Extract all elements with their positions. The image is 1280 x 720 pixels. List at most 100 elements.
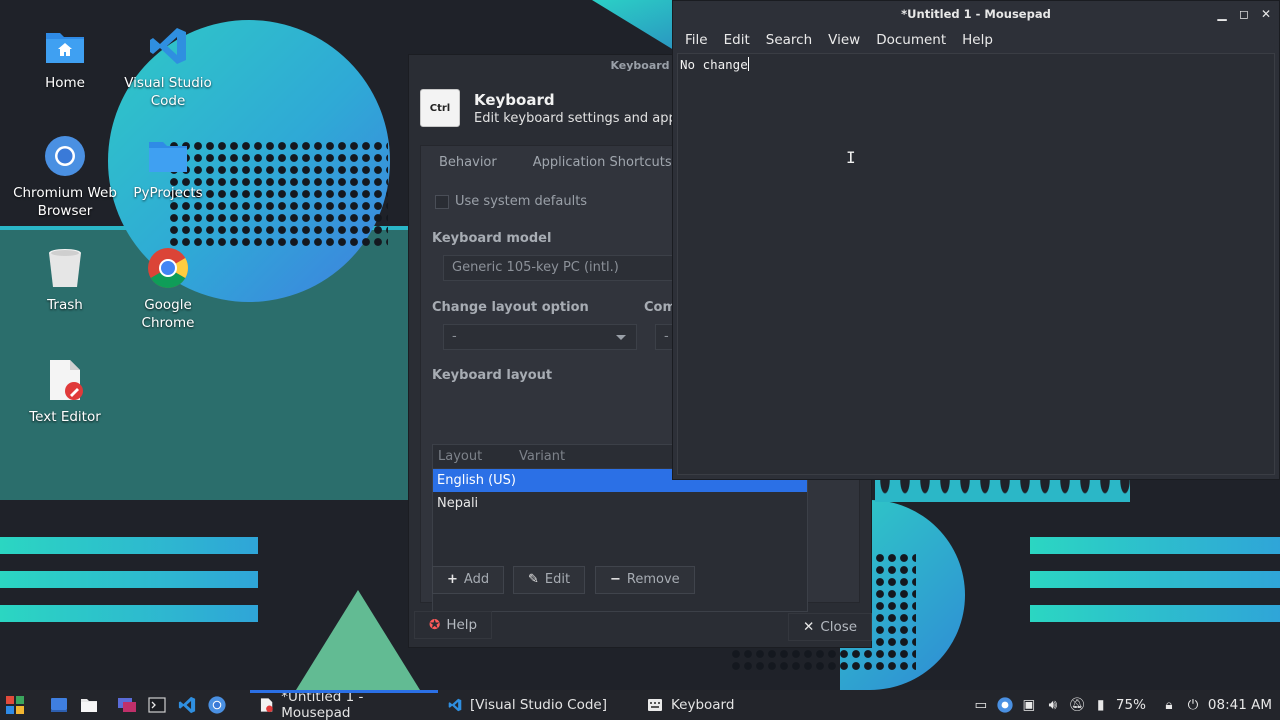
terminal-icon <box>148 697 166 713</box>
close-icon: ✕ <box>803 619 815 635</box>
start-menu-button[interactable] <box>0 690 30 720</box>
home-folder-icon <box>43 24 87 68</box>
desktop-icon-pyprojects[interactable]: PyProjects <box>116 134 220 202</box>
desktop-icon-label: PyProjects <box>133 185 203 201</box>
add-layout-button[interactable]: + Add <box>432 566 505 594</box>
folder-icon <box>146 134 190 178</box>
task-keyboard[interactable]: Keyboard <box>637 690 744 720</box>
edit-layout-button[interactable]: ✎ Edit <box>513 566 586 594</box>
desktop-icon-chromium[interactable]: Chromium Web Browser <box>13 134 117 220</box>
remove-layout-button[interactable]: − Remove <box>595 566 695 594</box>
desktop-icon-vscode[interactable]: Visual Studio Code <box>116 24 220 110</box>
task-label: *Untitled 1 - Mousepad <box>281 689 364 720</box>
show-desktop-button[interactable] <box>44 690 74 720</box>
ctrl-key-icon: Ctrl <box>420 89 460 127</box>
task-vscode[interactable]: [Visual Studio Code] <box>438 690 617 720</box>
edit-label: Edit <box>544 572 571 587</box>
keyboard-layout-label: Keyboard layout <box>432 368 553 383</box>
chromium-launcher[interactable] <box>202 690 232 720</box>
vscode-icon <box>178 696 196 714</box>
list-item[interactable]: Nepali <box>433 492 807 515</box>
power-icon[interactable]: ⏻ <box>1184 696 1202 714</box>
keyboard-tabs: Behavior Application Shortcuts <box>421 146 690 180</box>
wallpaper-wave <box>875 480 1130 502</box>
minimize-icon[interactable]: ▁ <box>1215 1 1229 27</box>
clock[interactable]: 08:41 AM <box>1208 697 1272 713</box>
column-layout[interactable]: Layout <box>433 445 519 468</box>
desktop-icon-text-editor[interactable]: Text Editor <box>13 358 117 426</box>
lock-icon[interactable]: 🔒︎ <box>1160 696 1178 714</box>
editor-text: No change <box>680 57 748 72</box>
change-layout-select[interactable]: - <box>443 324 637 350</box>
tab-behavior[interactable]: Behavior <box>421 146 515 180</box>
folder-icon <box>81 699 97 712</box>
camera-icon[interactable]: ▣ <box>1020 696 1038 714</box>
tab-application-shortcuts[interactable]: Application Shortcuts <box>515 146 690 180</box>
keyboard-icon <box>647 699 662 711</box>
keyboard-model-select[interactable]: Generic 105-key PC (intl.) <box>443 255 683 281</box>
app-menu-icon <box>6 696 24 714</box>
task-label: Keyboard <box>670 697 735 713</box>
monitor-icon <box>118 698 136 712</box>
vscode-launcher[interactable] <box>172 690 202 720</box>
help-label: Help <box>446 617 478 633</box>
mousepad-menubar: File Edit Search View Document Help <box>673 27 1279 53</box>
desktop-icon-label: Text Editor <box>29 409 101 425</box>
menu-help[interactable]: Help <box>954 27 1001 53</box>
desktop-icon <box>51 698 67 712</box>
change-layout-value: - <box>452 329 457 344</box>
use-system-defaults-checkbox[interactable] <box>435 194 449 209</box>
wallpaper-stripe <box>1030 605 1280 622</box>
plus-icon: + <box>447 572 458 587</box>
desktop-icon-label: Home <box>45 75 85 91</box>
mousepad-icon <box>260 698 273 713</box>
terminal-launcher[interactable] <box>142 690 172 720</box>
help-button[interactable]: ✪ Help <box>414 611 493 639</box>
menu-view[interactable]: View <box>820 27 868 53</box>
desktop-icon-chrome[interactable]: Google Chrome <box>116 246 220 332</box>
help-icon: ✪ <box>429 617 441 633</box>
volume-icon[interactable]: 🔊︎ <box>1044 696 1062 714</box>
menu-file[interactable]: File <box>677 27 716 53</box>
close-button[interactable]: ✕ Close <box>788 613 873 641</box>
close-window-icon[interactable]: ✕ <box>1259 1 1273 27</box>
taskbar: *Untitled 1 - Mousepad [Visual Studio Co… <box>0 689 1280 720</box>
chromium-tray-icon[interactable] <box>996 696 1014 714</box>
desktop-icon-label: Visual Studio Code <box>124 75 212 109</box>
ibeam-cursor-icon: I <box>846 148 856 167</box>
battery-percent: 75% <box>1115 697 1146 713</box>
chromium-icon <box>208 696 226 714</box>
task-mousepad[interactable]: *Untitled 1 - Mousepad <box>250 689 438 720</box>
desktop: Home Visual Studio Code Chromium Web Bro… <box>0 0 1280 690</box>
menu-document[interactable]: Document <box>868 27 954 53</box>
vscode-icon <box>146 24 190 68</box>
desktop-icon-label: Chromium Web Browser <box>13 185 117 219</box>
wallpaper-stripe <box>0 605 258 622</box>
wallpaper-triangle <box>296 590 420 690</box>
mousepad-titlebar[interactable]: *Untitled 1 - Mousepad ▁ ◻ ✕ <box>673 1 1279 27</box>
column-variant[interactable]: Variant <box>519 445 565 468</box>
wallpaper-stripe <box>0 571 258 588</box>
battery-icon[interactable]: ▮ <box>1092 696 1110 714</box>
desktop-icon-home[interactable]: Home <box>13 24 117 92</box>
desktop-icon-label: Trash <box>47 297 83 313</box>
text-editor-area[interactable]: No change <box>677 53 1275 475</box>
vscode-icon <box>448 698 462 712</box>
mousepad-window: *Untitled 1 - Mousepad ▁ ◻ ✕ File Edit S… <box>672 0 1280 480</box>
text-editor-icon <box>43 358 87 402</box>
display-settings-launcher[interactable] <box>112 690 142 720</box>
maximize-icon[interactable]: ◻ <box>1237 1 1251 27</box>
chromium-icon <box>43 134 87 178</box>
menu-search[interactable]: Search <box>758 27 820 53</box>
menu-edit[interactable]: Edit <box>716 27 758 53</box>
system-tray: ▭ ▣ 🔊︎ 🔕︎ ▮ 75% 🔒︎ ⏻ 08:41 AM <box>972 690 1280 720</box>
window-icon[interactable]: ▭ <box>972 696 990 714</box>
use-system-defaults-row[interactable]: Use system defaults <box>435 194 587 209</box>
file-manager-launcher[interactable] <box>74 690 104 720</box>
add-label: Add <box>463 572 490 587</box>
notifications-off-icon[interactable]: 🔕︎ <box>1068 696 1086 714</box>
chevron-down-icon <box>616 335 626 340</box>
wallpaper-stripe <box>1030 537 1280 554</box>
task-label: [Visual Studio Code] <box>470 697 607 713</box>
desktop-icon-trash[interactable]: Trash <box>13 246 117 314</box>
